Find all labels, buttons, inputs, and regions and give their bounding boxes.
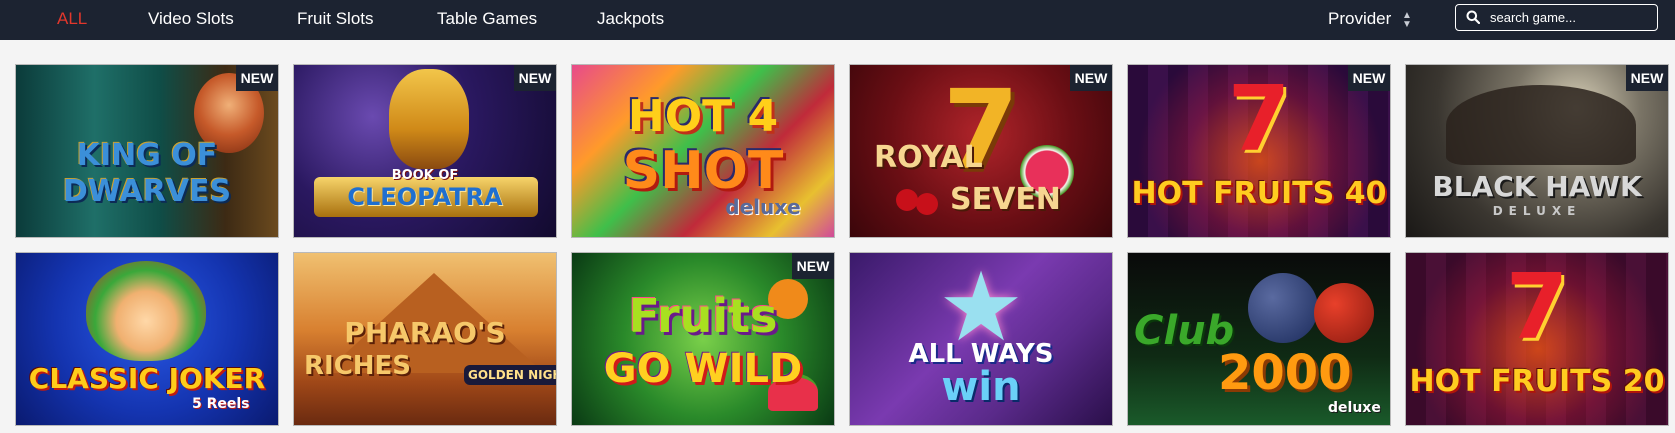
- game-tile-fruits-go-wild[interactable]: Fruits GO WILD NEW: [571, 252, 835, 426]
- plum-icon: [1248, 273, 1318, 343]
- game-art-title: BLACK HAWK: [1432, 170, 1642, 203]
- game-art-title: SHOT: [622, 141, 784, 201]
- game-art-title: 2000: [1218, 345, 1352, 401]
- game-tile-hot-4-shot-deluxe[interactable]: HOT 4 SHOT deluxe: [571, 64, 835, 238]
- cleopatra-portrait-icon: [389, 69, 469, 169]
- search-input[interactable]: [1490, 7, 1650, 27]
- game-art-title: ROYAL: [874, 140, 983, 175]
- game-art-title: HOT FRUITS 40: [1131, 176, 1387, 211]
- nav-tab-video-slots[interactable]: Video Slots: [148, 0, 234, 40]
- game-art-title: DWARVES: [62, 174, 232, 209]
- search-icon: [1466, 10, 1480, 24]
- new-badge: NEW: [1348, 65, 1390, 91]
- game-tile-club-2000-deluxe[interactable]: Club 2000 deluxe: [1127, 252, 1391, 426]
- game-tile-hot-fruits-20[interactable]: 7 HOT FRUITS 20: [1405, 252, 1669, 426]
- game-art-title: SEVEN: [950, 182, 1061, 217]
- seven-symbol-icon: 7: [1505, 255, 1569, 360]
- provider-dropdown[interactable]: Provider ▲ ▼: [1328, 0, 1412, 40]
- game-tile-black-hawk-deluxe[interactable]: BLACK HAWK DELUXE NEW: [1405, 64, 1669, 238]
- game-tile-hot-fruits-40[interactable]: 7 HOT FRUITS 40 NEW: [1127, 64, 1391, 238]
- game-art-title: RICHES: [304, 351, 412, 381]
- game-art-title: KING OF: [76, 138, 218, 173]
- game-tile-all-ways-win[interactable]: ★ ALL WAYS win: [849, 252, 1113, 426]
- game-art-title: win: [941, 364, 1021, 410]
- game-art-title: GO WILD: [603, 346, 803, 392]
- game-art-title: HOT 4: [627, 91, 779, 142]
- cherry-icon: [1314, 283, 1374, 343]
- cherries-icon: [896, 189, 918, 211]
- game-art-title: Fruits: [628, 289, 778, 343]
- provider-label: Provider: [1328, 9, 1392, 28]
- game-art-subtitle: DELUXE: [1492, 204, 1582, 218]
- game-tile-classic-joker[interactable]: CLASSIC JOKER 5 Reels: [15, 252, 279, 426]
- nav-tab-all[interactable]: ALL: [57, 0, 87, 40]
- new-badge: NEW: [514, 65, 556, 91]
- game-art-subtitle: deluxe: [725, 195, 801, 219]
- new-badge: NEW: [1626, 65, 1668, 91]
- new-badge: NEW: [236, 65, 278, 91]
- joker-face-icon: [86, 261, 206, 361]
- game-art-subtitle: GOLDEN NIGHTS: [464, 365, 556, 385]
- game-tile-royal-seven[interactable]: 7 ROYAL SEVEN NEW: [849, 64, 1113, 238]
- new-badge: NEW: [1070, 65, 1112, 91]
- search-box[interactable]: [1455, 4, 1658, 31]
- game-tile-king-of-dwarves[interactable]: KING OF DWARVES NEW: [15, 64, 279, 238]
- nav-tab-jackpots[interactable]: Jackpots: [597, 0, 664, 40]
- game-tile-pharaos-riches[interactable]: PHARAO'S RICHES GOLDEN NIGHTS: [293, 252, 557, 426]
- game-art-title: CLASSIC JOKER: [28, 362, 266, 395]
- game-art-title: BOOK OF: [391, 168, 459, 183]
- game-art-title: CLEOPATRA: [347, 183, 503, 211]
- top-nav-bar: ALL Video Slots Fruit Slots Table Games …: [0, 0, 1675, 40]
- sort-chevron-icon: ▲ ▼: [1402, 9, 1412, 30]
- game-art-subtitle: deluxe: [1328, 400, 1381, 416]
- game-art-subtitle: 5 Reels: [192, 396, 250, 412]
- game-art-title: HOT FRUITS 20: [1409, 364, 1665, 399]
- game-art-title: PHARAO'S: [344, 316, 506, 349]
- game-tile-book-of-cleopatra[interactable]: BOOK OF CLEOPATRA NEW: [293, 64, 557, 238]
- new-badge: NEW: [792, 253, 834, 279]
- nav-tab-table-games[interactable]: Table Games: [437, 0, 537, 40]
- nav-tab-fruit-slots[interactable]: Fruit Slots: [297, 0, 374, 40]
- hawk-wings-icon: [1446, 85, 1636, 165]
